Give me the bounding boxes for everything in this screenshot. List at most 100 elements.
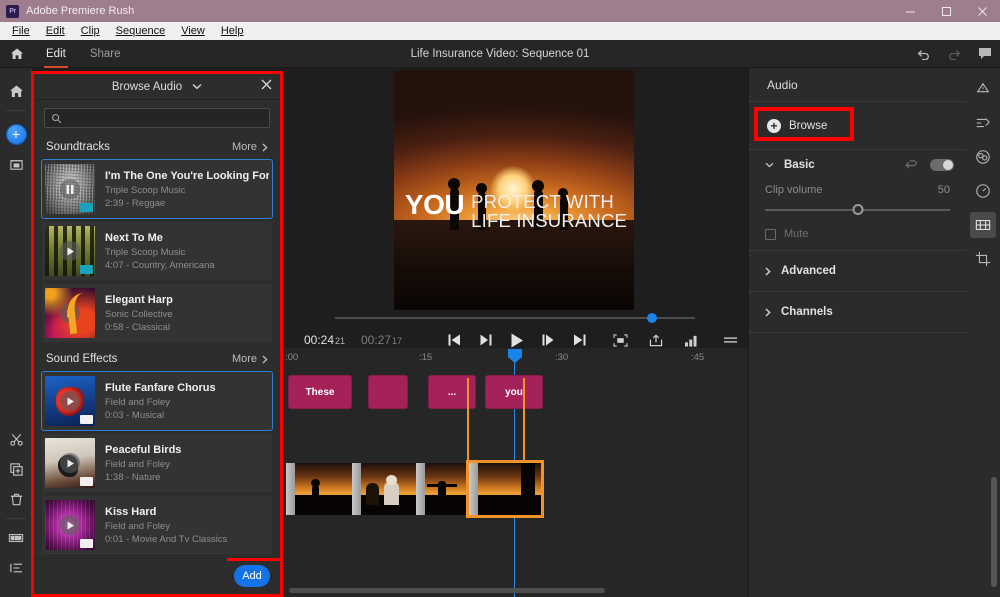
section-title: Basic	[784, 159, 815, 171]
clip-volume-value[interactable]: 50	[938, 184, 950, 196]
menu-clip[interactable]: Clip	[73, 22, 108, 40]
effects-icon[interactable]	[970, 110, 996, 136]
delete-icon[interactable]	[0, 484, 32, 514]
search-input[interactable]	[67, 112, 263, 124]
playhead-handle[interactable]	[508, 349, 522, 363]
close-button[interactable]	[964, 0, 1000, 22]
track-item[interactable]: Flute Fanfare Chorus Field and Foley 0:0…	[41, 371, 273, 431]
clip-handle-left[interactable]	[352, 463, 361, 515]
skip-end-icon[interactable]	[573, 334, 586, 346]
menu-sequence[interactable]: Sequence	[108, 22, 174, 40]
track-item[interactable]: Peaceful Birds Field and Foley 1:38 - Na…	[42, 434, 272, 492]
crop-icon[interactable]	[970, 246, 996, 272]
comment-icon[interactable]	[978, 47, 992, 60]
track-item[interactable]: I'm The One You're Looking For Triple Sc…	[41, 159, 273, 219]
fullscreen-icon[interactable]	[613, 333, 628, 347]
track-item[interactable]: Next To Me Triple Scoop Music 4:07 - Cou…	[42, 222, 272, 280]
section-basic-header[interactable]: Basic	[749, 150, 966, 180]
text-clip[interactable]	[368, 375, 408, 409]
mute-row[interactable]: Mute	[749, 226, 966, 250]
text-clip[interactable]: These	[288, 375, 352, 409]
preview-scrubber[interactable]	[335, 313, 695, 323]
clip-handle-left[interactable]	[416, 463, 425, 515]
pause-icon[interactable]	[60, 179, 80, 199]
step-back-icon[interactable]	[479, 334, 492, 346]
sidebar-home-icon[interactable]	[0, 76, 32, 106]
color-icon[interactable]	[970, 144, 996, 170]
menu-icon[interactable]	[723, 335, 738, 345]
video-track[interactable]	[283, 460, 748, 519]
chevron-right-icon[interactable]	[765, 307, 771, 317]
video-clip[interactable]	[416, 463, 469, 515]
clip-handle-left[interactable]	[469, 463, 478, 515]
tab-share-label: Share	[89, 47, 121, 60]
clip-handle-left[interactable]	[286, 463, 295, 515]
menu-edit[interactable]: Edit	[38, 22, 73, 40]
sound-effects-more-button[interactable]: More	[232, 353, 268, 365]
reset-icon[interactable]	[905, 160, 918, 170]
maximize-button[interactable]	[928, 0, 964, 22]
duplicate-icon[interactable]	[0, 454, 32, 484]
preview-overlay-text: YOU PROTECT WITH LIFE INSURANCE	[394, 191, 634, 231]
track-item[interactable]: Elegant Harp Sonic Collective 0:58 - Cla…	[42, 284, 272, 342]
menu-view[interactable]: View	[173, 22, 213, 40]
home-icon[interactable]	[0, 47, 34, 61]
section-channels-header[interactable]: Channels	[749, 292, 966, 332]
add-media-icon[interactable]: +	[0, 119, 32, 149]
step-forward-icon[interactable]	[542, 334, 555, 346]
menu-help[interactable]: Help	[213, 22, 252, 40]
timeline-panel[interactable]: :00 :15 :30 :45 These ... you	[283, 348, 748, 597]
audio-icon[interactable]	[970, 212, 996, 238]
mute-checkbox[interactable]	[765, 228, 776, 240]
video-clip[interactable]	[286, 463, 352, 515]
panel-scrollbar[interactable]	[991, 477, 997, 587]
tab-share[interactable]: Share	[78, 40, 133, 68]
section-advanced-header[interactable]: Advanced	[749, 251, 966, 291]
undo-icon[interactable]	[916, 47, 931, 60]
transport-buttons	[448, 333, 586, 348]
left-toolbar: +	[0, 68, 32, 597]
preview-ground	[394, 220, 634, 310]
video-preview[interactable]: YOU PROTECT WITH LIFE INSURANCE	[394, 70, 634, 310]
track-item[interactable]: Kiss Hard Field and Foley 0:01 - Movie A…	[42, 496, 272, 554]
scrubber-handle[interactable]	[647, 313, 657, 323]
basic-toggle[interactable]	[930, 159, 954, 171]
search-box[interactable]	[44, 108, 270, 128]
transform-icon[interactable]	[970, 76, 996, 102]
mute-label: Mute	[784, 228, 809, 240]
app-logo: Pr	[6, 4, 19, 18]
clip-volume-slider[interactable]	[765, 204, 950, 216]
track-title: Peaceful Birds	[105, 443, 182, 456]
close-icon[interactable]	[261, 79, 272, 92]
tab-edit[interactable]: Edit	[34, 40, 78, 68]
share-icon[interactable]	[649, 333, 663, 347]
skip-start-icon[interactable]	[448, 334, 461, 346]
tab-edit-label: Edit	[46, 47, 66, 60]
audio-list[interactable]: Soundtracks More I'm The One You're Look…	[34, 134, 280, 558]
chevron-right-icon[interactable]	[765, 266, 771, 276]
redo-icon[interactable]	[947, 47, 962, 60]
play-icon[interactable]	[60, 391, 80, 411]
slider-handle[interactable]	[852, 204, 863, 215]
timeline-scrollbar[interactable]	[289, 588, 605, 593]
menu-file[interactable]: File	[4, 22, 38, 40]
video-clip[interactable]	[466, 460, 544, 518]
project-media-icon[interactable]	[0, 149, 32, 179]
play-icon[interactable]	[60, 453, 80, 473]
speed-icon[interactable]	[970, 178, 996, 204]
track-badge	[80, 539, 93, 548]
chevron-down-icon[interactable]	[765, 162, 774, 168]
play-icon[interactable]	[60, 303, 80, 323]
play-icon[interactable]	[60, 241, 80, 261]
filmstrip-icon[interactable]	[0, 523, 32, 553]
chevron-down-icon[interactable]	[192, 83, 202, 90]
list-view-icon[interactable]	[0, 553, 32, 583]
soundtracks-more-button[interactable]: More	[232, 141, 268, 153]
selection-bracket	[467, 378, 525, 468]
play-icon[interactable]	[60, 515, 80, 535]
levels-icon[interactable]	[684, 334, 699, 347]
play-icon[interactable]	[510, 333, 524, 348]
minimize-button[interactable]	[892, 0, 928, 22]
video-clip[interactable]	[352, 463, 416, 515]
cut-icon[interactable]	[0, 424, 32, 454]
